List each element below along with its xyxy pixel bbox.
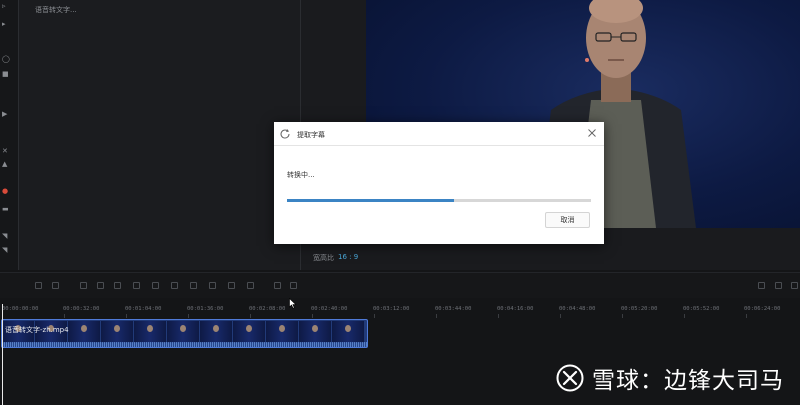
mirror-icon[interactable] [190,282,197,289]
time-mark: 00:04:48:00 [559,306,596,312]
clip-thumbnail [101,321,133,343]
tick [126,314,127,318]
transcript-panel[interactable]: 语音转文字... [18,0,301,270]
clip-thumbnail [299,321,331,343]
tick [746,314,747,318]
tool-icon-2[interactable]: ▸ [2,20,14,28]
tick [374,314,375,318]
time-mark: 00:05:20:00 [621,306,658,312]
split-icon[interactable] [114,282,121,289]
time-mark: 00:00:32:00 [63,306,100,312]
snowball-logo-icon [556,364,584,392]
tick [188,314,189,318]
dialog-title: 提取字幕 [297,131,325,139]
clip-thumbnail [233,321,265,343]
freeze-icon[interactable] [171,282,178,289]
aspect-ratio-value[interactable]: 16 : 9 [338,253,358,261]
time-mark: 00:02:08:00 [249,306,286,312]
undo-icon[interactable] [35,282,42,289]
redo-icon[interactable] [52,282,59,289]
zoom-in-icon[interactable] [791,282,798,289]
clip-thumbnail [134,321,166,343]
reverse-icon[interactable] [274,282,281,289]
speed-icon[interactable] [152,282,159,289]
tick [312,314,313,318]
clip-title: 语音转文字-zh.mp4 [5,326,69,334]
tool-icon-9[interactable]: ◥ [2,232,14,240]
tool-icon-7[interactable]: ▲ [2,160,14,168]
clip-thumbnail [167,321,199,343]
tool-icon-8[interactable]: ▬ [2,205,14,213]
more-icon[interactable] [290,282,297,289]
tool-icon-4[interactable]: ■ [2,70,14,78]
cancel-button[interactable]: 取消 [545,212,590,228]
transcript-placeholder: 语音转文字... [35,6,77,14]
audio-icon[interactable] [247,282,254,289]
refresh-icon [280,129,290,139]
mic-icon[interactable] [228,282,235,289]
playhead[interactable] [2,304,3,405]
tick [560,314,561,318]
tool-icon-1[interactable]: ▹ [2,2,14,10]
progress-bar [287,199,591,202]
tool-icon-3[interactable]: ◯ [2,55,14,63]
time-mark: 00:04:16:00 [497,306,534,312]
zoom-out-icon[interactable] [758,282,765,289]
tick [684,314,685,318]
crop-icon[interactable] [133,282,140,289]
mouse-cursor-icon [289,298,297,309]
clip-thumbnail [68,321,100,343]
audio-waveform [2,342,367,347]
dialog-header: 提取字幕 [274,122,604,146]
tick [64,314,65,318]
tool-icon-10[interactable]: ◥ [2,246,14,254]
time-mark: 00:02:40:00 [311,306,348,312]
time-mark: 00:05:52:00 [683,306,720,312]
progress-fill [287,199,455,202]
time-mark: 00:01:04:00 [125,306,162,312]
timer-icon[interactable] [209,282,216,289]
cut-icon[interactable] [80,282,87,289]
time-mark: 00:06:24:00 [744,306,781,312]
aspect-ratio-label: 宽高比 [313,254,334,262]
conversion-status: 转换中... [287,171,315,179]
time-mark: 00:03:12:00 [373,306,410,312]
zoom-fit-icon[interactable] [775,282,782,289]
tick [622,314,623,318]
video-clip[interactable]: 语音转文字-zh.mp4 [1,319,368,348]
tick [250,314,251,318]
watermark-text: 雪球：边锋大司马 [592,368,784,394]
tool-icon-6[interactable]: ✕ [2,147,14,155]
delete-icon[interactable] [97,282,104,289]
time-mark: 00:00:00:00 [2,306,39,312]
extract-subtitles-dialog: 提取字幕 转换中... 取消 [274,122,604,244]
time-mark: 00:01:36:00 [187,306,224,312]
tool-icon-5[interactable]: ▶ [2,110,14,118]
time-mark: 00:03:44:00 [435,306,472,312]
timeline-toolbar [0,272,800,298]
tick [498,314,499,318]
left-tool-strip: ▹ ▸ ◯ ■ ▶ ✕ ▲ ● ▬ ◥ ◥ [0,0,18,270]
watermark: 雪球：边锋大司马 [556,363,784,394]
tick [436,314,437,318]
timeline-ruler[interactable]: 00:00:00:00 00:00:32:00 00:01:04:00 00:0… [0,298,800,318]
clip-thumbnail [200,321,232,343]
close-icon[interactable] [587,128,597,138]
clip-thumbnail [332,321,364,343]
clip-thumbnail [266,321,298,343]
record-icon[interactable]: ● [2,187,14,195]
